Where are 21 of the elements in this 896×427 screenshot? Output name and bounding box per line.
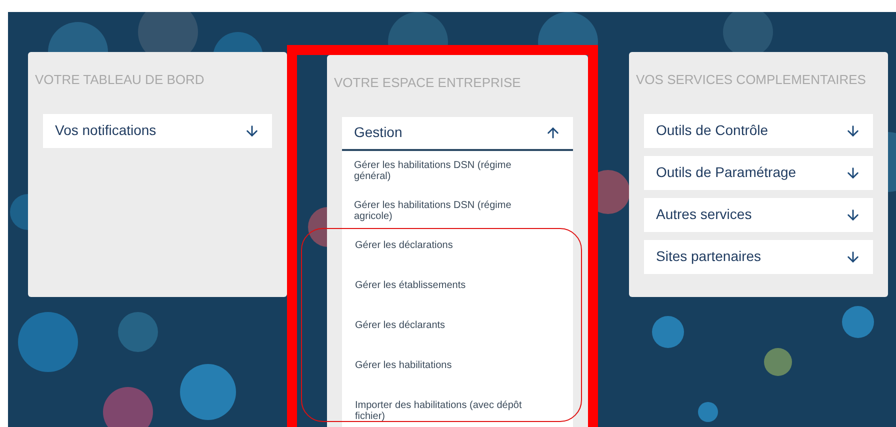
accordion-header[interactable]: Outils de Paramétrage: [644, 156, 873, 190]
panel-title: VOTRE TABLEAU DE BORD: [35, 71, 206, 89]
arrow-down-icon: [845, 206, 861, 222]
arrow-up-icon: [545, 124, 561, 140]
submenu-link[interactable]: Importer des habilitations (avec dépôt fichier): [354, 396, 532, 427]
submenu-link[interactable]: Gérer les habilitations DSN (régime agricole): [354, 196, 532, 236]
submenu-link[interactable]: Gérer les déclarants: [354, 316, 532, 356]
arrow-down-icon: [845, 248, 861, 264]
submenu-link[interactable]: Gérer les habilitations: [354, 356, 532, 396]
submenu-link[interactable]: Gérer les déclarations: [354, 236, 532, 276]
accordion-header[interactable]: Autres services: [644, 198, 873, 232]
panel-title: VOS SERVICES COMPLEMENTAIRES: [636, 71, 867, 89]
accordion-header[interactable]: Gestion: [342, 116, 573, 150]
accordion-header[interactable]: Outils de Contrôle: [644, 114, 873, 148]
accordion-header[interactable]: Sites partenaires: [644, 240, 873, 274]
submenu-link[interactable]: Gérer les habilitations DSN (régime général): [354, 156, 532, 196]
submenu-link[interactable]: Gérer les établissements: [354, 276, 532, 316]
panel-title: VOTRE ESPACE ENTREPRISE: [334, 74, 522, 92]
arrow-down-icon: [845, 164, 861, 180]
accordion-header[interactable]: Vos notifications: [43, 114, 272, 148]
arrow-down-icon: [845, 122, 861, 138]
